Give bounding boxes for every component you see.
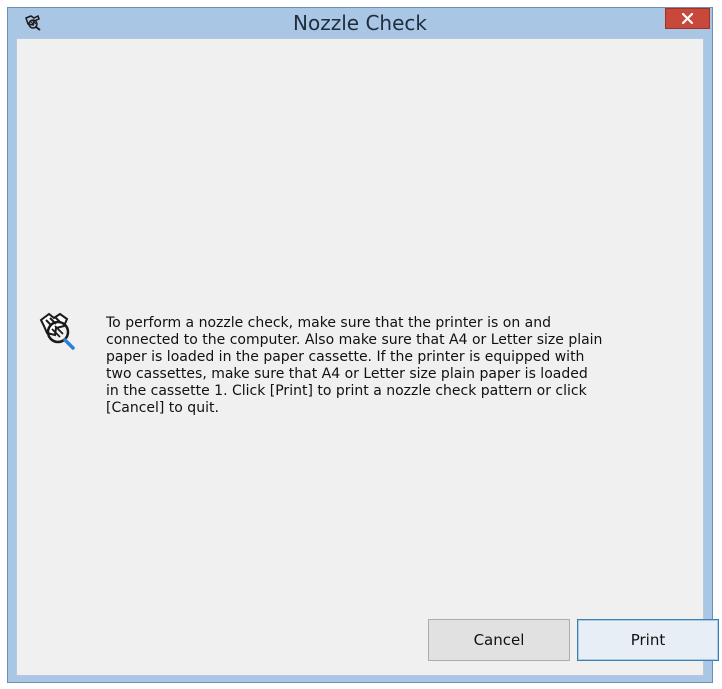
instruction-text: To perform a nozzle check, make sure tha…: [106, 315, 603, 416]
dialog-content: To perform a nozzle check, make sure tha…: [16, 38, 719, 676]
title-bar[interactable]: Nozzle Check: [8, 8, 712, 38]
window-title: Nozzle Check: [293, 11, 427, 35]
print-button[interactable]: Print: [577, 619, 719, 661]
nozzle-check-dialog: Nozzle Check To perform a nozzle check, …: [7, 7, 719, 683]
close-button[interactable]: [665, 8, 710, 29]
close-icon: [666, 12, 709, 32]
cancel-button[interactable]: Cancel: [428, 619, 570, 661]
nozzle-check-icon: [37, 310, 79, 352]
